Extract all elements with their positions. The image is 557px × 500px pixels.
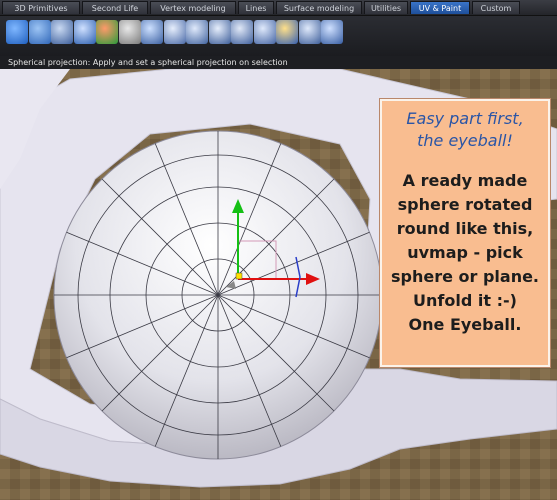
pin-uv-icon[interactable]: [163, 20, 186, 44]
callout-note: Easy part first, the eyeball! A ready ma…: [380, 99, 550, 367]
relax-uv-icon[interactable]: [208, 20, 231, 44]
unfold-icon[interactable]: [141, 20, 163, 44]
head-uv-icon[interactable]: [118, 20, 141, 44]
straighten-uv-icon[interactable]: [231, 20, 253, 44]
tab-vertex-modeling[interactable]: Vertex modeling: [150, 1, 236, 14]
spherical-uv-icon[interactable]: [6, 20, 28, 44]
tab-surface-modeling[interactable]: Surface modeling: [276, 1, 362, 14]
tab-custom[interactable]: Custom: [472, 1, 520, 14]
status-bar: Spherical projection: Apply and set a sp…: [0, 56, 557, 69]
note-body-line: uvmap - pick: [407, 243, 523, 262]
3d-viewport[interactable]: Easy part first, the eyeball! A ready ma…: [0, 69, 557, 500]
tab-uv-paint[interactable]: UV & Paint: [410, 1, 470, 14]
tab-3d-primitives[interactable]: 3D Primitives: [2, 1, 80, 14]
note-body-line: Unfold it :-): [413, 291, 517, 310]
tab-second-life[interactable]: Second Life: [82, 1, 148, 14]
uv-cluster-icon[interactable]: [298, 20, 321, 44]
uv-box-icon[interactable]: [321, 20, 343, 44]
edit-uv-icon[interactable]: [253, 20, 276, 44]
color-sphere-icon[interactable]: [96, 20, 118, 44]
note-body-line: sphere rotated: [397, 195, 533, 214]
note-body-line: A ready made: [402, 171, 528, 190]
box-uv-icon[interactable]: [73, 20, 96, 44]
tab-utilities[interactable]: Utilities: [364, 1, 408, 14]
note-title-line-1: Easy part first,: [406, 109, 524, 128]
gizmo-center-handle[interactable]: [235, 272, 243, 280]
note-body-line: sphere or plane.: [390, 267, 540, 286]
tab-lines[interactable]: Lines: [238, 1, 274, 14]
note-body-line: One Eyeball.: [408, 315, 522, 334]
note-title-line-2: the eyeball!: [417, 131, 513, 150]
tab-strip: 3D Primitives Second Life Vertex modeling L…: [0, 0, 557, 16]
tool-bar: [0, 16, 557, 56]
eyeball-sphere[interactable]: [53, 130, 383, 460]
note-body-line: round like this,: [396, 219, 534, 238]
planar-uv-icon[interactable]: [51, 20, 73, 44]
smooth-uv-icon[interactable]: [186, 20, 208, 44]
cylindrical-uv-icon[interactable]: [28, 20, 51, 44]
paint-brush-icon[interactable]: [276, 20, 298, 44]
